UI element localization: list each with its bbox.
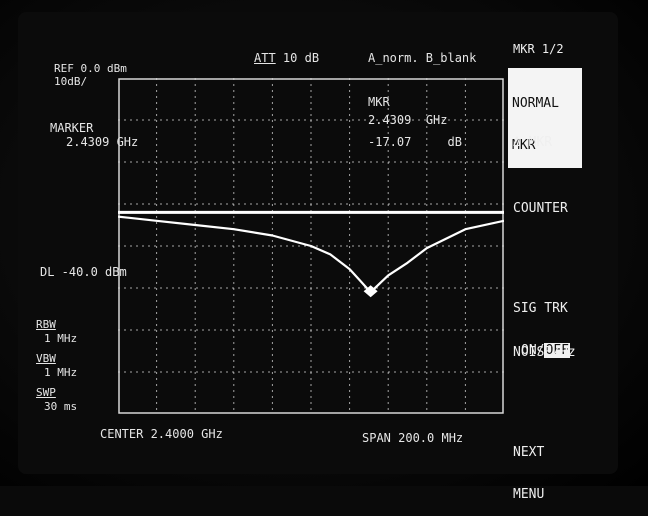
spectrum-trace	[118, 215, 504, 294]
display-line-level: DL -40.0 dBm	[40, 265, 127, 279]
signal-track-line1: SIG TRK	[513, 301, 568, 316]
attenuation: ATT 10 dB	[254, 52, 319, 65]
sweep-value: 30 ms	[44, 400, 78, 413]
noise-per-hz-softkey[interactable]: NOISE/Hz	[513, 346, 576, 360]
normal-marker-softkey[interactable]: NORMAL MKR	[508, 68, 582, 168]
next-menu-line1: NEXT	[513, 445, 545, 460]
attenuation-value: 10 dB	[282, 51, 320, 65]
sweep-label: SWP	[36, 386, 56, 399]
rbw-label: RBW	[36, 318, 56, 331]
next-menu-softkey[interactable]: NEXT MENU	[513, 418, 544, 516]
counter-softkey[interactable]: COUNTER	[513, 202, 568, 216]
menu-title: MKR 1/2	[513, 42, 564, 56]
vbw-label: VBW	[36, 352, 56, 365]
normal-marker-line1: NORMAL	[512, 96, 559, 111]
center-frequency: CENTER 2.4000 GHz	[100, 427, 223, 441]
delta-marker-softkey[interactable]: Δ MKR	[513, 136, 552, 150]
spectrum-graticule	[118, 78, 504, 414]
span-frequency: SPAN 200.0 MHz	[362, 431, 464, 445]
attenuation-label: ATT	[254, 51, 276, 65]
rbw-value: 1 MHz	[44, 332, 78, 345]
trace-modes: A_norm. B_blank	[368, 51, 477, 65]
marker-label: MARKER	[50, 121, 94, 135]
next-menu-line2: MENU	[513, 487, 545, 502]
ref-level: REF 0.0 dBm	[54, 62, 127, 75]
vbw-value: 1 MHz	[44, 366, 78, 379]
scale-per-div: 10dB/	[54, 75, 88, 88]
